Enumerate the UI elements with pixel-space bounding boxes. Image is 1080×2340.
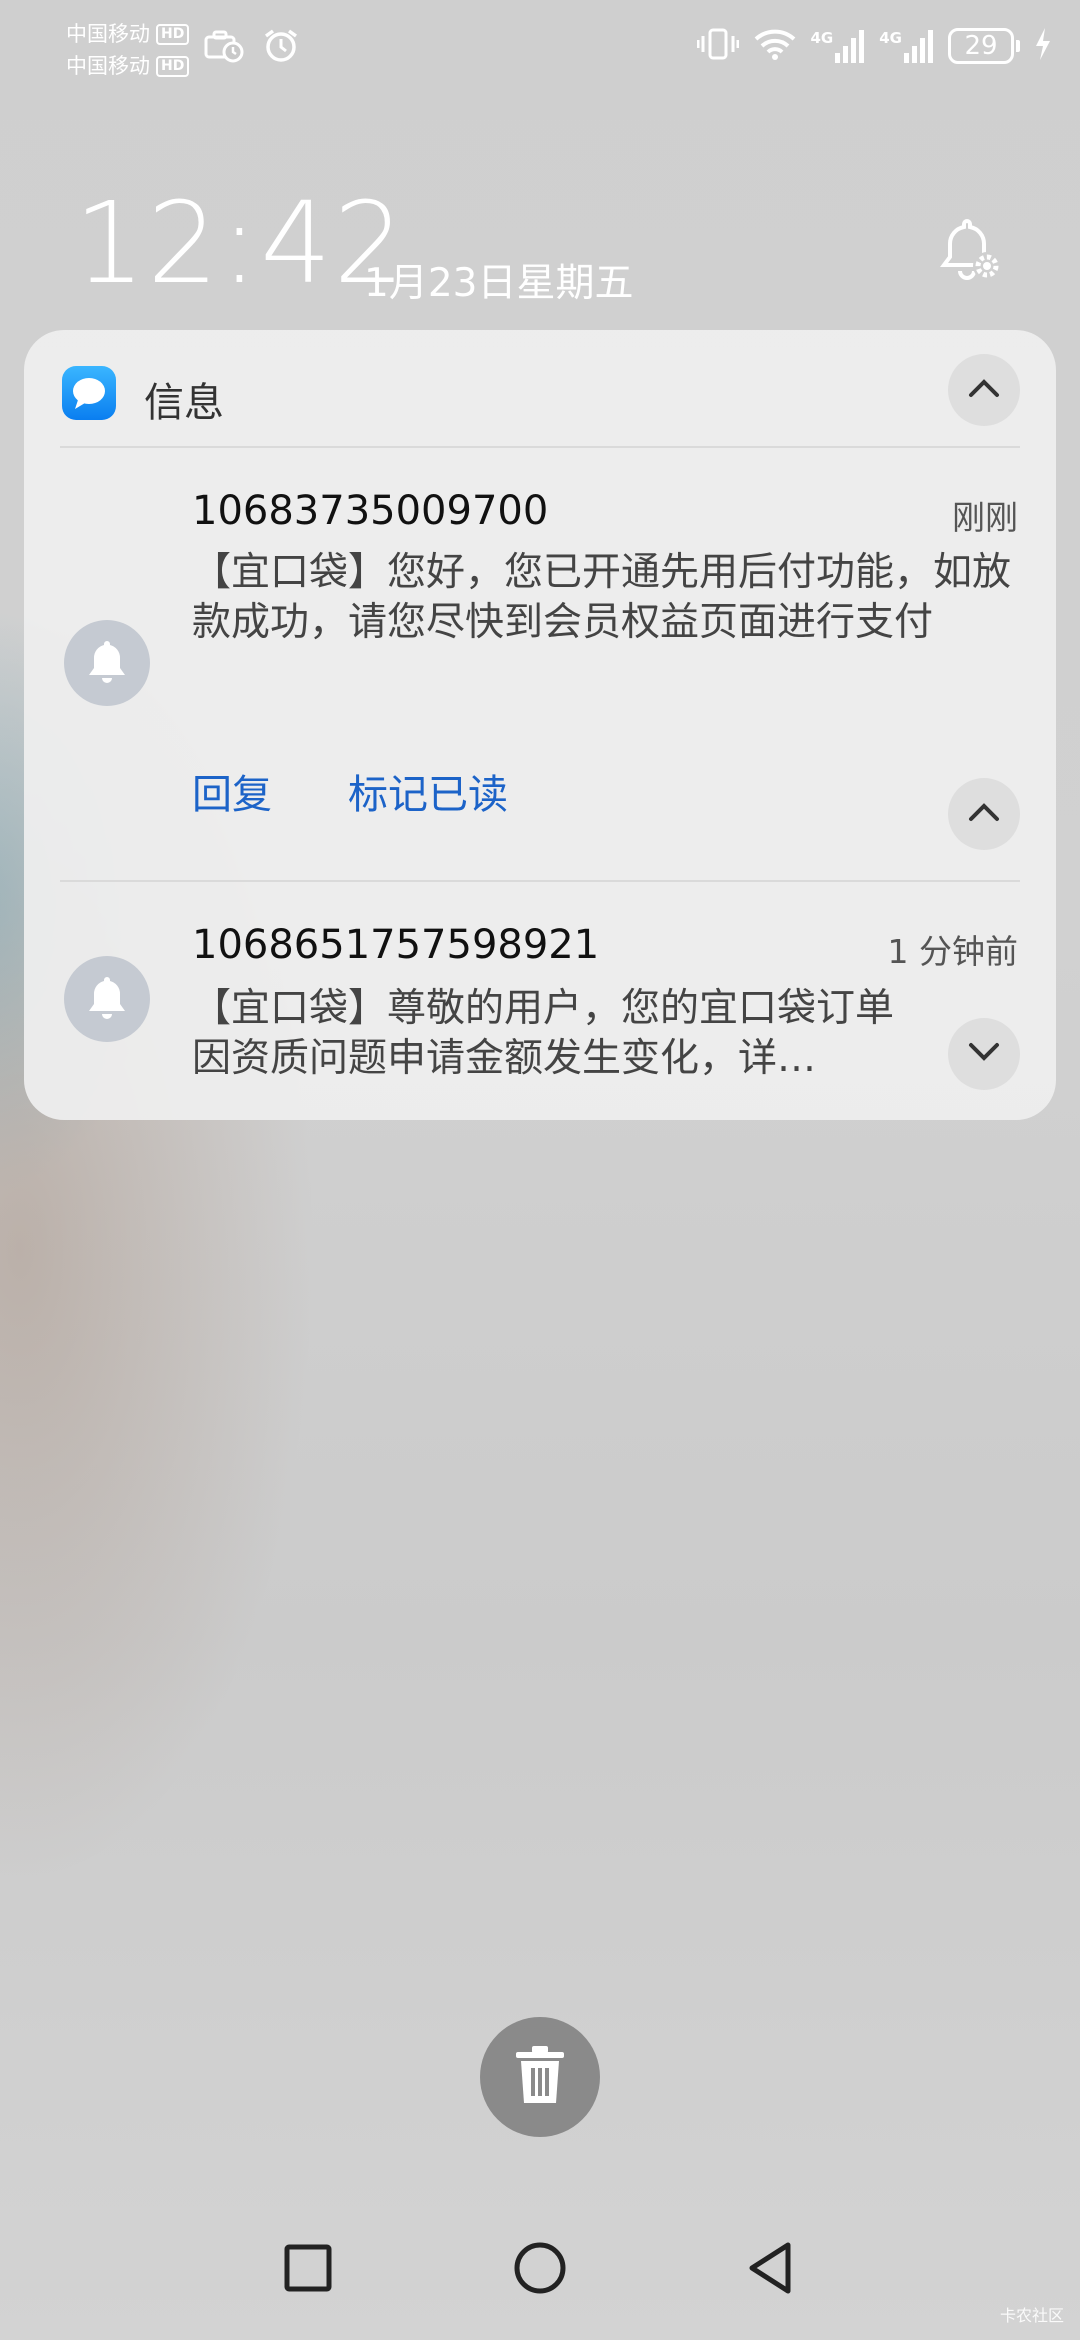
watermark: 卡农社区 <box>999 2306 1064 2325</box>
notification-settings-icon[interactable] <box>934 218 1006 292</box>
square-icon <box>284 2244 332 2296</box>
notification-card[interactable]: 信息 10683735009700 刚刚 【宜口袋】您好，您已开通先用后付功能，… <box>24 330 1056 1120</box>
charging-icon <box>1034 27 1052 65</box>
hd-badge-1: HD <box>156 23 190 45</box>
notification-header[interactable]: 信息 <box>24 330 1056 448</box>
message-time: 刚刚 <box>952 498 1018 537</box>
chevron-up-icon <box>968 378 1000 402</box>
vibrate-icon <box>696 26 739 66</box>
message-body: 【宜口袋】尊敬的用户，您的宜口袋订单因资质问题申请金额发生变化，详… <box>192 986 895 1081</box>
hd-badge-2: HD <box>156 55 190 77</box>
lock-date: 1月23日星期五 <box>364 261 634 306</box>
signal-icon-2: 4G <box>879 29 934 63</box>
status-bar: 中国移动 HD 中国移动 HD 4G 4G 29 <box>0 0 1080 100</box>
carrier-2: 中国移动 <box>66 54 150 78</box>
message-sender: 1068651757598921 <box>192 922 600 968</box>
divider <box>60 880 1020 882</box>
chevron-up-icon <box>968 802 1000 826</box>
wifi-icon <box>753 27 797 65</box>
lock-clock: 12:42 <box>74 179 407 309</box>
avatar <box>64 620 150 706</box>
mark-read-button[interactable]: 标记已读 <box>348 762 508 820</box>
avatar <box>64 956 150 1042</box>
trash-icon <box>512 2044 568 2110</box>
clear-notifications-button[interactable] <box>480 2017 600 2137</box>
triangle-back-icon <box>746 2241 794 2299</box>
collapse-group-button[interactable] <box>948 354 1020 426</box>
bell-icon <box>85 974 129 1024</box>
circle-icon <box>513 2241 567 2299</box>
home-button[interactable] <box>500 2230 580 2310</box>
signal-icon-1: 4G <box>811 29 866 63</box>
navigation-bar <box>0 2230 1080 2330</box>
message-body: 【宜口袋】您好，您已开通先用后付功能，如放款成功，请您尽快到会员权益页面进行支付 <box>192 550 1012 645</box>
divider <box>60 446 1020 448</box>
carrier-info: 中国移动 HD 中国移动 HD <box>66 18 190 82</box>
app-name: 信息 <box>144 380 224 426</box>
message-sender: 10683735009700 <box>192 488 549 534</box>
expand-message-button[interactable] <box>948 1018 1020 1090</box>
battery-level: 29 <box>948 28 1014 64</box>
briefcase-clock-icon <box>204 28 244 68</box>
back-button[interactable] <box>730 2230 810 2310</box>
collapse-message-button[interactable] <box>948 778 1020 850</box>
bell-icon <box>85 638 129 688</box>
battery-indicator: 29 <box>948 28 1020 64</box>
recent-apps-button[interactable] <box>268 2230 348 2310</box>
message-bubble-icon <box>62 366 116 420</box>
alarm-icon <box>262 28 300 68</box>
message-time: 1 分钟前 <box>887 932 1019 971</box>
chevron-down-icon <box>968 1042 1000 1066</box>
carrier-1: 中国移动 <box>66 22 150 46</box>
reply-button[interactable]: 回复 <box>192 762 272 820</box>
